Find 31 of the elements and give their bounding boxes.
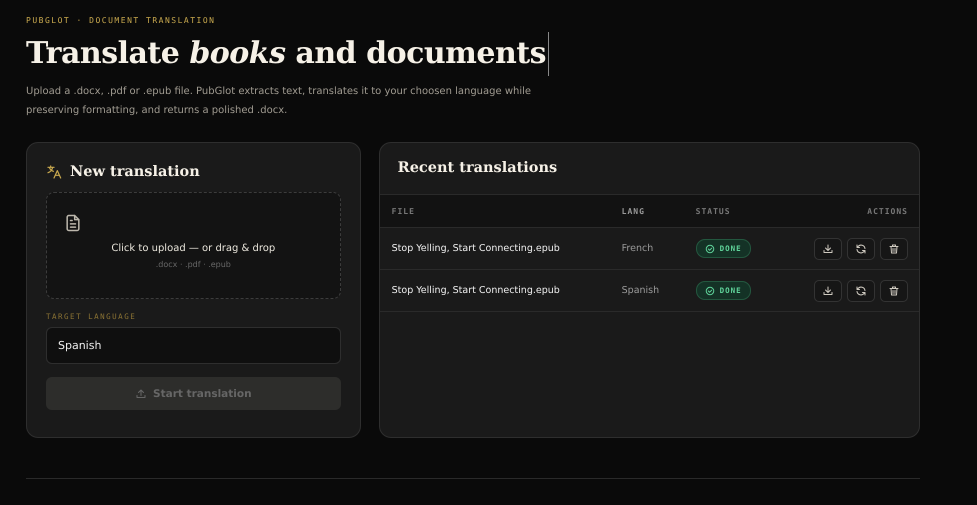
upload-dropzone[interactable]: Click to upload — or drag & drop .docx · .pdf · .epub [46, 192, 341, 299]
download-icon [822, 242, 834, 254]
language-field[interactable]: Spanish [46, 327, 341, 364]
file-name-cell: Stop Yelling, Start Connecting.epub [380, 270, 622, 312]
delete-button[interactable] [880, 280, 908, 302]
upload-prompt: Click to upload — or drag & drop [110, 243, 276, 254]
refresh-button[interactable] [847, 238, 875, 260]
column-header: ACTIONS [796, 194, 919, 228]
eyebrow-label: PUBGLOT · DOCUMENT TRANSLATION [26, 16, 216, 27]
language-cell: French [622, 228, 696, 270]
download-icon [822, 284, 834, 296]
refresh-button[interactable] [847, 280, 875, 302]
upload-icon [135, 388, 148, 400]
refresh-icon [855, 242, 867, 254]
file-name-cell: Stop Yelling, Start Connecting.epub [380, 228, 622, 270]
language-cell: Spanish [622, 270, 696, 312]
trash-icon [888, 284, 900, 296]
card-title: New translation [70, 163, 200, 180]
trash-icon [888, 242, 900, 254]
upload-formats: .docx · .pdf · .epub [154, 260, 232, 269]
page-description: Upload a .docx, .pdf or .epub file. PubGlot extracts text, translates it to your choosen language while preserving formatting, and returns a polished .docx. [26, 85, 532, 118]
download-button[interactable] [814, 238, 842, 260]
translate-icon [46, 164, 62, 180]
column-header: LANG [622, 194, 696, 228]
refresh-icon [855, 284, 867, 296]
card-title: Recent translations [396, 158, 558, 178]
column-header: STATUS [696, 194, 796, 228]
download-button[interactable] [814, 280, 842, 302]
column-header: FILE [380, 194, 622, 228]
delete-button[interactable] [880, 238, 908, 260]
page-title: Translate books and documents [26, 32, 550, 76]
